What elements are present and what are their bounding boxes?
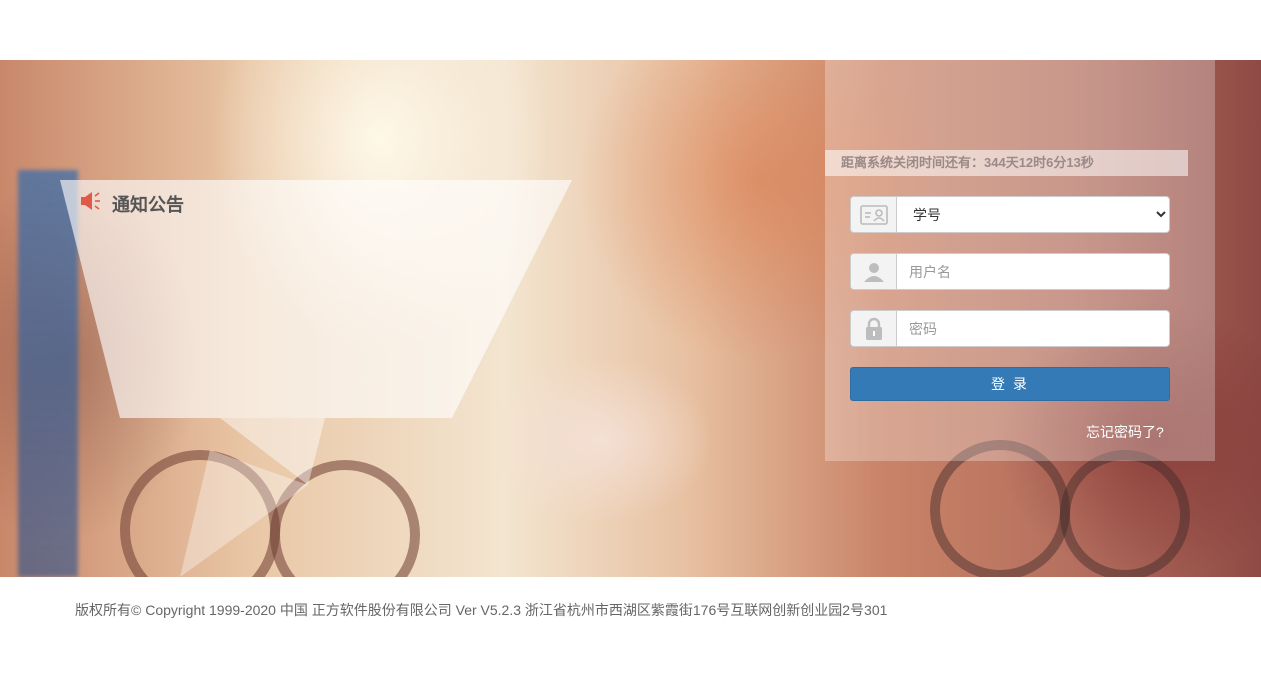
- forgot-password-link[interactable]: 忘记密码了?: [1086, 422, 1164, 442]
- top-bar: [0, 0, 1261, 60]
- password-field: [850, 310, 1170, 347]
- lock-icon: [851, 311, 897, 346]
- role-field: 学号: [850, 196, 1170, 233]
- footer-copyright: 版权所有© Copyright 1999-2020 中国 正方软件股份有限公司 …: [75, 602, 888, 618]
- notice-board: [60, 180, 572, 577]
- id-card-icon: [851, 197, 897, 232]
- username-input[interactable]: [897, 254, 1169, 289]
- countdown-text: 距离系统关闭时间还有：344天12时6分13秒: [825, 150, 1188, 176]
- megaphone-icon: [80, 190, 104, 217]
- background-decoration: [1060, 450, 1190, 577]
- notice-header: 通知公告: [80, 190, 184, 217]
- user-icon: [851, 254, 897, 289]
- role-select[interactable]: 学号: [897, 197, 1169, 232]
- notice-title: 通知公告: [112, 194, 184, 215]
- login-button[interactable]: 登 录: [850, 367, 1170, 401]
- password-input[interactable]: [897, 311, 1169, 346]
- username-field: [850, 253, 1170, 290]
